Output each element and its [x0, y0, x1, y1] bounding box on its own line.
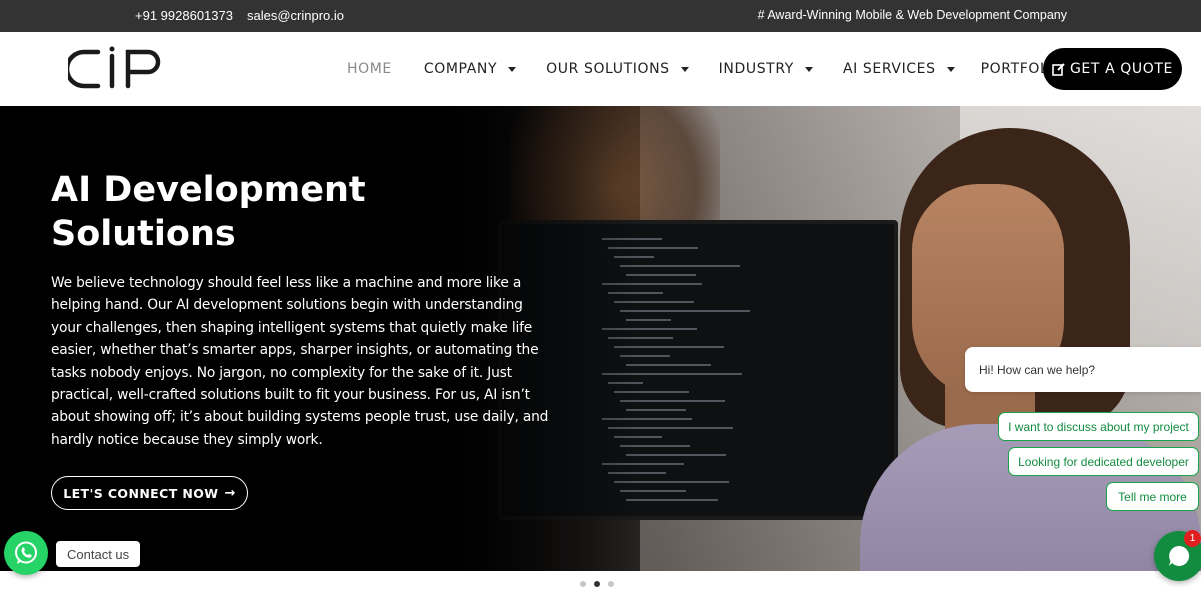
nav-item-our-solutions[interactable]: OUR SOLUTIONS	[546, 61, 689, 77]
chat-option-tell-me-more[interactable]: Tell me more	[1106, 482, 1199, 511]
main-nav: HOME COMPANY OUR SOLUTIONS INDUSTRY AI S…	[347, 61, 1065, 77]
get-a-quote-label: GET A QUOTE	[1069, 61, 1173, 77]
chat-option-dedicated-developer[interactable]: Looking for dedicated developer	[1008, 447, 1199, 476]
lets-connect-now-button[interactable]: LET'S CONNECT NOW →	[51, 476, 248, 510]
unread-badge: 1	[1184, 530, 1201, 547]
chat-greeting: Hi! How can we help?	[965, 347, 1201, 392]
top-bar: +91 9928601373 sales@crinpro.io # Award-…	[0, 0, 1201, 32]
hero-banner: AI Development Solutions We believe tech…	[0, 106, 1201, 571]
carousel-dots	[580, 581, 614, 587]
nav-item-label: OUR SOLUTIONS	[546, 61, 670, 77]
nav-item-label: HOME	[347, 61, 392, 77]
nav-item-company[interactable]: COMPANY	[423, 61, 517, 77]
cip-logo[interactable]	[64, 46, 164, 92]
chat-option-discuss-project[interactable]: I want to discuss about my project	[998, 412, 1199, 441]
caret-down-icon	[508, 66, 517, 72]
carousel-dot[interactable]	[580, 581, 586, 587]
navbar: HOME COMPANY OUR SOLUTIONS INDUSTRY AI S…	[0, 32, 1201, 106]
carousel-dot[interactable]	[594, 581, 600, 587]
phone-link[interactable]: +91 9928601373	[135, 8, 233, 23]
caret-down-icon	[680, 66, 689, 72]
hero-description: We believe technology should feel less l…	[51, 275, 549, 448]
connect-button-label: LET'S CONNECT NOW	[63, 485, 219, 501]
caret-down-icon	[804, 66, 813, 72]
nav-item-industry[interactable]: INDUSTRY	[719, 61, 813, 77]
nav-item-label: COMPANY	[423, 61, 498, 77]
edit-icon	[1052, 62, 1065, 76]
contact-us-label[interactable]: Contact us	[56, 541, 141, 567]
code-line	[626, 454, 726, 456]
email-link[interactable]: sales@crinpro.io	[247, 8, 344, 23]
get-a-quote-button[interactable]: GET A QUOTE	[1043, 48, 1182, 90]
whatsapp-icon	[15, 541, 37, 564]
carousel-dot[interactable]	[608, 581, 614, 587]
nav-item-ai-services[interactable]: AI SERVICES	[843, 61, 955, 77]
hero-monitor-code	[602, 238, 872, 508]
nav-item-label: INDUSTRY	[718, 61, 794, 77]
whatsapp-button[interactable]	[4, 531, 48, 575]
tagline: # Award-Winning Mobile & Web Development…	[757, 8, 1067, 22]
arrow-right-icon: →	[224, 485, 236, 501]
hero-title: AI Development Solutions	[51, 170, 366, 254]
nav-item-label: AI SERVICES	[842, 61, 936, 77]
nav-item-home[interactable]: HOME	[347, 61, 392, 77]
caret-down-icon	[946, 66, 955, 72]
chat-bubble-icon	[1169, 545, 1190, 566]
